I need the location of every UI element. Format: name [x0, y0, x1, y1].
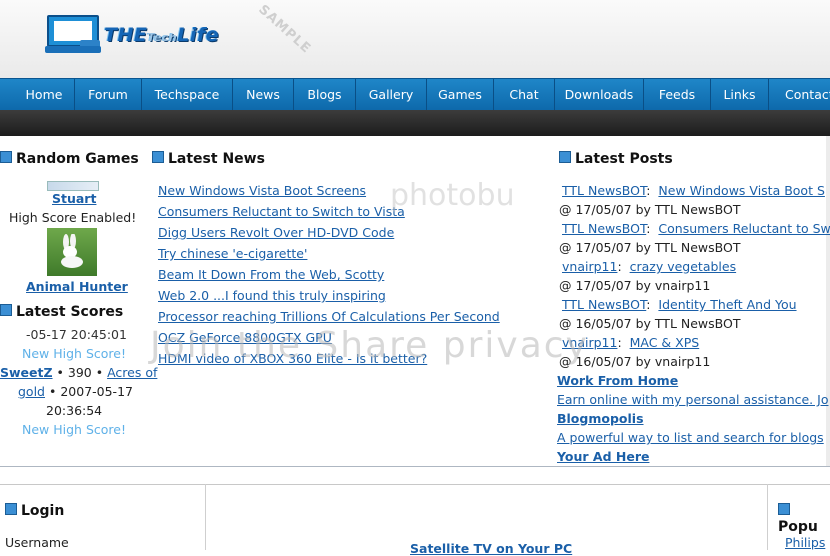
box-bullet-icon: [0, 151, 12, 163]
post-row: TTL NewsBOT: New Windows Vista Boot S: [562, 183, 825, 198]
logo-word-the: THE: [104, 24, 148, 46]
ad-title-link[interactable]: Blogmopolis: [557, 411, 644, 426]
logo-word-tech: Tech: [147, 31, 178, 44]
nav-games[interactable]: Games: [427, 79, 494, 111]
post-row: TTL NewsBOT: Identity Theft And You: [562, 297, 797, 312]
nav-contact[interactable]: Contact: [769, 79, 830, 111]
score-time: 20:36:54: [46, 403, 103, 418]
nav-news[interactable]: News: [233, 79, 294, 111]
score-note: New High Score!: [22, 346, 126, 361]
random-games-heading: Random Games: [0, 151, 139, 167]
login-heading: Login: [5, 503, 64, 519]
news-item[interactable]: Processor reaching Trillions Of Calculat…: [158, 309, 500, 324]
score-game-link-2[interactable]: gold: [18, 384, 45, 399]
logo-base: [45, 46, 101, 53]
game-name-link[interactable]: Animal Hunter: [26, 279, 128, 294]
news-item[interactable]: Digg Users Revolt Over HD-DVD Code: [158, 225, 394, 240]
news-item[interactable]: Try chinese 'e-cigarette': [158, 246, 307, 261]
post-topic-link[interactable]: New Windows Vista Boot S: [658, 183, 825, 198]
popular-item-link[interactable]: Philips: [785, 535, 825, 550]
site-logo[interactable]: THETechLife: [104, 24, 219, 46]
nav-home[interactable]: Home: [14, 79, 75, 111]
nav-chat[interactable]: Chat: [494, 79, 555, 111]
sample-watermark: SAMPLE: [255, 2, 314, 57]
ad-desc-link[interactable]: A powerful way to list and search for bl…: [557, 430, 824, 445]
post-row: TTL NewsBOT: Consumers Reluctant to Sw: [562, 221, 830, 236]
popular-heading: Popu: [778, 503, 830, 535]
post-topic-link[interactable]: MAC & XPS: [630, 335, 700, 350]
post-user-link[interactable]: TTL NewsBOT: [562, 221, 646, 236]
score-date: • 2007-05-17: [48, 384, 133, 399]
popular-title: Popu: [778, 519, 818, 535]
score-value: • 390 •: [56, 365, 104, 380]
photobucket-watermark: Join the Share privacy: [150, 325, 589, 366]
panel-divider: [205, 484, 206, 550]
latest-scores-title: Latest Scores: [16, 304, 124, 320]
news-item[interactable]: Web 2.0 ...I found this truly inspiring: [158, 288, 386, 303]
post-meta: @ 17/05/07 by TTL NewsBOT: [559, 202, 741, 217]
ad-desc-link[interactable]: Earn online with my personal assistance.…: [557, 392, 828, 407]
post-row: vnairp11: crazy vegetables: [562, 259, 737, 274]
box-bullet-icon: [559, 151, 571, 163]
promo-link[interactable]: Satellite TV on Your PC: [410, 541, 572, 556]
latest-news-heading: Latest News: [152, 151, 265, 167]
panel-divider: [767, 484, 768, 550]
post-user-link[interactable]: TTL NewsBOT: [562, 297, 646, 312]
photobucket-watermark-top: photobu: [390, 178, 515, 213]
post-meta: @ 17/05/07 by TTL NewsBOT: [559, 240, 741, 255]
login-title: Login: [21, 503, 65, 519]
rabbit-icon: [61, 234, 83, 268]
logo-word-life: Life: [177, 24, 220, 46]
nav-downloads[interactable]: Downloads: [555, 79, 644, 111]
nav-gallery[interactable]: Gallery: [356, 79, 427, 111]
score-user-link[interactable]: SweetZ: [0, 365, 53, 380]
latest-scores-heading: Latest Scores: [0, 304, 128, 320]
box-bullet-icon: [778, 503, 790, 515]
score-entry-line2: gold • 2007-05-17: [18, 384, 133, 399]
game-note: High Score Enabled!: [9, 210, 137, 225]
animal-hunter-thumbnail[interactable]: [47, 228, 97, 276]
score-game-link[interactable]: Acres of: [107, 365, 157, 380]
sub-navbar: [0, 110, 830, 136]
post-topic-link[interactable]: Consumers Reluctant to Sw: [658, 221, 830, 236]
news-item[interactable]: New Windows Vista Boot Screens: [158, 183, 366, 198]
main-nav: Home Forum Techspace News Blogs Gallery …: [0, 78, 830, 111]
game-thumbnail[interactable]: [47, 181, 99, 191]
random-games-title: Random Games: [16, 151, 139, 167]
post-topic-link[interactable]: Identity Theft And You: [658, 297, 796, 312]
score-entry: SweetZ • 390 • Acres of: [0, 365, 157, 380]
post-topic-link[interactable]: crazy vegetables: [630, 259, 737, 274]
ad-title-link[interactable]: Work From Home: [557, 373, 678, 388]
username-label: Username: [5, 535, 69, 550]
post-meta: @ 17/05/07 by vnairp11: [559, 278, 711, 293]
latest-posts-heading: Latest Posts: [559, 151, 673, 167]
box-bullet-icon: [5, 503, 17, 515]
nav-forum[interactable]: Forum: [75, 79, 142, 111]
box-bullet-icon: [0, 304, 12, 316]
latest-news-title: Latest News: [168, 151, 265, 167]
nav-feeds[interactable]: Feeds: [644, 79, 711, 111]
site-header: THETechLife SAMPLE: [0, 0, 830, 78]
right-edge-shade: [826, 136, 830, 466]
game-user-link[interactable]: Stuart: [52, 191, 96, 206]
post-user-link[interactable]: TTL NewsBOT: [562, 183, 646, 198]
news-item[interactable]: Consumers Reluctant to Switch to Vista: [158, 204, 405, 219]
ad-title-link[interactable]: Your Ad Here: [557, 449, 649, 464]
nav-links[interactable]: Links: [711, 79, 769, 111]
score-timestamp: -05-17 20:45:01: [26, 327, 127, 342]
post-user-link[interactable]: vnairp11: [562, 259, 617, 274]
score-note-2: New High Score!: [22, 422, 126, 437]
box-bullet-icon: [152, 151, 164, 163]
nav-techspace[interactable]: Techspace: [142, 79, 233, 111]
news-item[interactable]: Beam It Down From the Web, Scotty: [158, 267, 384, 282]
nav-blogs[interactable]: Blogs: [294, 79, 356, 111]
latest-posts-title: Latest Posts: [575, 151, 673, 167]
content-divider: [0, 466, 830, 467]
